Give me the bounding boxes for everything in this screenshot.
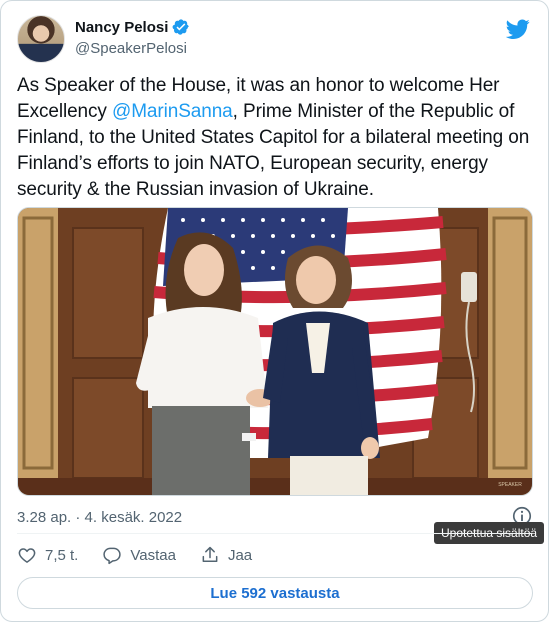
read-replies-button[interactable]: Lue 592 vastausta [17, 577, 533, 609]
author-block[interactable]: Nancy Pelosi @SpeakerPelosi [75, 18, 190, 57]
divider [17, 533, 532, 534]
tweet-actions: 7,5 t. Vastaa Jaa [17, 545, 276, 565]
reply-icon [103, 547, 122, 565]
mention-link[interactable]: @MarinSanna [112, 101, 233, 122]
tweet-header: Nancy Pelosi @SpeakerPelosi [17, 15, 532, 65]
author-display-name[interactable]: Nancy Pelosi [75, 19, 168, 36]
share-label: Jaa [227, 546, 253, 564]
tweet-card: Nancy Pelosi @SpeakerPelosi As Speaker o… [0, 0, 549, 622]
reply-label: Vastaa [130, 546, 176, 564]
share-icon [202, 546, 218, 562]
heart-icon [18, 548, 36, 563]
tweet-timestamp[interactable]: 3.28 ap. · 4. kesäk. 2022 [17, 509, 182, 526]
share-button[interactable]: Jaa [200, 545, 252, 565]
author-handle[interactable]: @SpeakerPelosi [75, 40, 190, 57]
tweet-text: As Speaker of the House, it was an honor… [17, 73, 537, 203]
svg-text:SPEAKER: SPEAKER [498, 482, 522, 488]
avatar[interactable] [17, 15, 65, 63]
verified-badge-icon [172, 19, 190, 35]
reply-button[interactable]: Vastaa [102, 545, 176, 565]
twitter-bird-icon[interactable] [506, 17, 530, 41]
tweet-photo[interactable]: SPEAKER [17, 207, 533, 496]
photo-image: SPEAKER [18, 208, 532, 495]
like-count: 7,5 t. [45, 546, 79, 564]
like-button[interactable]: 7,5 t. [17, 545, 78, 565]
